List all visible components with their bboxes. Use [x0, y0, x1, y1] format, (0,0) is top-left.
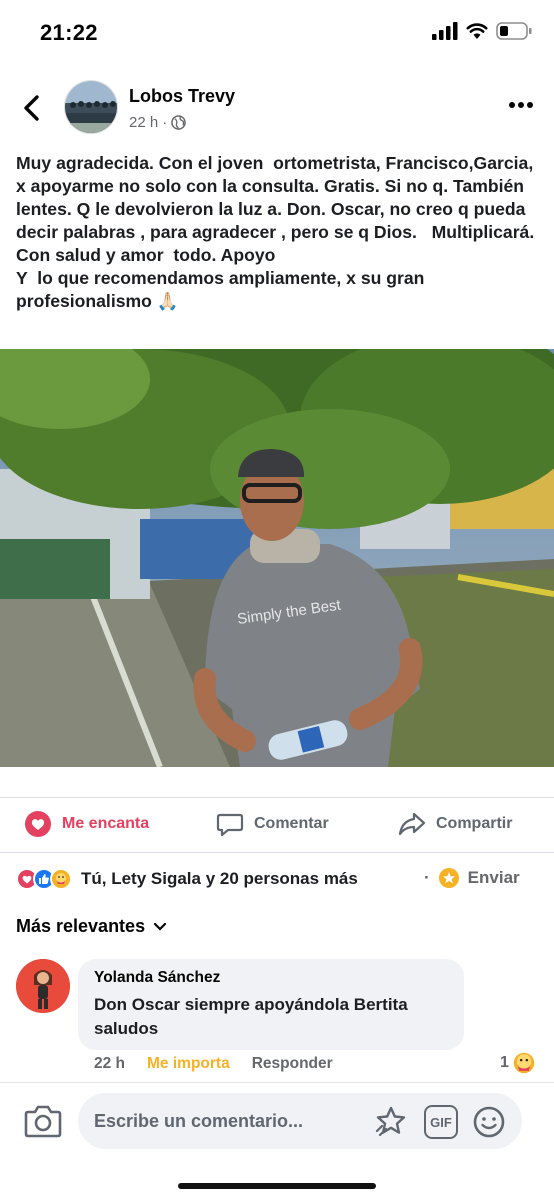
reactions-summary-text: Tú, Lety Sigala y 20 personas más: [81, 869, 358, 888]
status-icons: [432, 22, 532, 40]
meta-separator: ·: [162, 114, 168, 131]
love-label: Me encanta: [62, 815, 150, 832]
share-button[interactable]: Compartir: [398, 810, 512, 838]
share-icon: [398, 812, 426, 836]
send-button[interactable]: · Enviar: [424, 867, 520, 889]
comment-meta: 22 h Me importa Responder: [94, 1055, 333, 1073]
post-meta: 22 h ·: [129, 114, 187, 131]
battery-icon: [496, 22, 532, 40]
globe-icon: [171, 115, 187, 130]
camera-icon[interactable]: [24, 1103, 62, 1139]
wifi-icon: [466, 23, 488, 39]
post-photo[interactable]: Simply the Best: [0, 349, 554, 767]
care-reaction-icon: [50, 868, 72, 890]
share-label: Compartir: [436, 815, 513, 832]
gif-button[interactable]: GIF: [424, 1105, 458, 1139]
post-action-bar: Me encanta Comentar Compartir: [0, 797, 554, 853]
send-separator: ·: [424, 868, 430, 887]
comment-bubble[interactable]: Yolanda Sánchez Don Oscar siempre apoyán…: [78, 959, 464, 1050]
post-text: Muy agradecida. Con el joven ortometrist…: [16, 153, 535, 311]
post-time: 22 h: [129, 114, 159, 131]
back-arrow-icon[interactable]: [20, 94, 44, 122]
sort-label: Más relevantes: [16, 916, 146, 936]
comment-text: Don Oscar siempre apoyándola Bertita sal…: [94, 995, 408, 1038]
comment-author[interactable]: Yolanda Sánchez: [94, 969, 448, 987]
comment-reaction-count[interactable]: 1: [500, 1052, 535, 1074]
heart-icon: [25, 811, 51, 837]
commenter-avatar[interactable]: [16, 959, 70, 1013]
comment-label: Comentar: [254, 815, 329, 832]
status-time: 21:22: [40, 20, 98, 45]
reactions-summary[interactable]: Tú, Lety Sigala y 20 personas más: [16, 864, 358, 894]
love-button[interactable]: Me encanta: [24, 810, 149, 838]
photo-man-with-water-bottle: Simply the Best: [0, 349, 554, 767]
avatar-figure: [16, 959, 70, 1013]
reply-button[interactable]: Responder: [252, 1055, 333, 1073]
emoji-icon[interactable]: [472, 1105, 506, 1139]
send-star-icon: [438, 868, 459, 888]
status-bar: 21:22: [0, 0, 554, 66]
team-photo-thumbnail: [65, 81, 117, 133]
signal-icon: [432, 22, 458, 40]
send-label: Enviar: [467, 868, 520, 887]
sticker-icon[interactable]: [374, 1105, 408, 1139]
home-indicator[interactable]: [178, 1183, 376, 1189]
more-options-icon[interactable]: [508, 100, 534, 110]
comment-button[interactable]: Comentar: [216, 810, 329, 838]
care-reaction-icon: [513, 1052, 535, 1074]
comment-reaction-count-value: 1: [500, 1054, 509, 1071]
comment-sort-dropdown[interactable]: Más relevantes: [16, 916, 167, 937]
comment-reaction-button[interactable]: Me importa: [147, 1055, 230, 1073]
gif-label: GIF: [430, 1114, 452, 1130]
comment-time: 22 h: [94, 1055, 126, 1072]
chevron-down-icon: [153, 922, 167, 931]
reaction-bubbles: [16, 868, 72, 890]
page-avatar[interactable]: [64, 80, 118, 134]
post-header: Lobos Trevy 22 h ·: [0, 74, 554, 140]
page-name[interactable]: Lobos Trevy: [129, 86, 235, 107]
comment-icon: [216, 813, 244, 837]
